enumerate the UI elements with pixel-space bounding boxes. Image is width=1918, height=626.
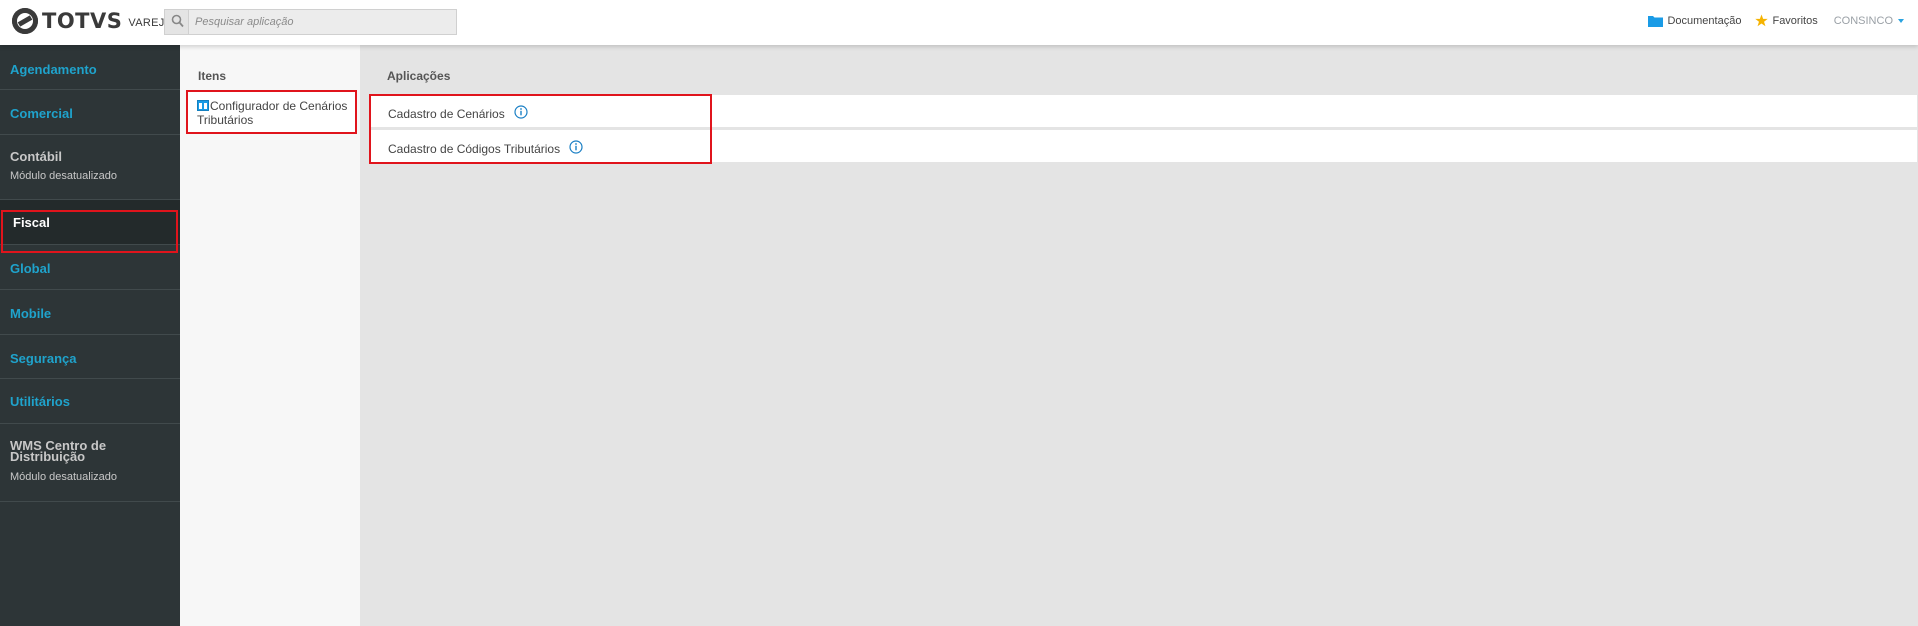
logo-text: TOTVS	[42, 9, 123, 33]
sidebar-item-label: WMS Centro de Distribuição	[10, 438, 107, 464]
search-input[interactable]	[188, 10, 456, 34]
user-name: CONSINCO	[1833, 14, 1893, 27]
app-row-cadastro-cenarios[interactable]: Cadastro de Cenários	[370, 95, 1917, 127]
sidebar-item-label: Mobile	[10, 306, 52, 321]
header-links: Documentação Favoritos CONSINCO	[1634, 14, 1904, 27]
search-box	[164, 9, 457, 35]
modules-sidebar: Agendamento Comercial Contábil Módulo de…	[0, 45, 180, 626]
app-icon	[197, 100, 209, 114]
info-icon[interactable]	[569, 140, 583, 157]
sidebar-item-fiscal[interactable]: Fiscal	[0, 200, 180, 245]
sidebar-item-label: Segurança	[10, 351, 77, 366]
sidebar-item-global[interactable]: Global	[0, 245, 180, 290]
applications-panel-title: Aplicações	[387, 69, 451, 83]
sidebar-item-status: Módulo desatualizado	[10, 471, 118, 483]
totvs-logo[interactable]: TOTVS VAREJO	[12, 8, 173, 34]
top-header: TOTVS VAREJO Documentação Favoritos CONS…	[0, 0, 1918, 45]
sidebar-item-label: Utilitários	[10, 394, 70, 409]
items-panel-title: Itens	[198, 69, 227, 83]
app-row-label: Cadastro de Códigos Tributários	[388, 141, 561, 156]
sidebar-item-label: Contábil	[10, 149, 62, 164]
applications-panel: Aplicações Cadastro de Cenários Cadastro…	[360, 45, 1918, 626]
sidebar-item-agendamento[interactable]: Agendamento	[0, 45, 180, 90]
documentation-label: Documentação	[1667, 14, 1742, 27]
favorites-link[interactable]: Favoritos	[1755, 14, 1818, 27]
app-row-cadastro-codigos-tributarios[interactable]: Cadastro de Códigos Tributários	[370, 130, 1917, 162]
app-row-label: Cadastro de Cenários	[388, 106, 505, 121]
sidebar-item-label: Agendamento	[10, 62, 97, 77]
sidebar-item-utilitarios[interactable]: Utilitários	[0, 379, 180, 424]
sidebar-item-label: Comercial	[10, 106, 73, 121]
favorites-label: Favoritos	[1772, 14, 1818, 27]
search-icon	[171, 14, 184, 33]
sidebar-item-wms[interactable]: WMS Centro de Distribuição Módulo desatu…	[0, 424, 180, 502]
sidebar-item-comercial[interactable]: Comercial	[0, 90, 180, 135]
documentation-link[interactable]: Documentação	[1648, 15, 1741, 27]
item-label: Configurador de Cenários Tributários	[197, 99, 348, 127]
folder-icon	[1648, 15, 1664, 27]
user-menu[interactable]: CONSINCO	[1834, 15, 1904, 27]
sidebar-item-mobile[interactable]: Mobile	[0, 290, 180, 335]
sidebar-item-label: Global	[10, 261, 51, 276]
info-icon[interactable]	[514, 105, 528, 122]
totvs-logo-icon	[12, 8, 38, 34]
sidebar-item-contabil[interactable]: Contábil Módulo desatualizado	[0, 135, 180, 200]
sidebar-item-seguranca[interactable]: Segurança	[0, 335, 180, 379]
sidebar-item-status: Módulo desatualizado	[10, 170, 118, 182]
chevron-down-icon	[1898, 18, 1904, 23]
star-icon	[1755, 14, 1769, 27]
sidebar-item-label: Fiscal	[13, 215, 50, 230]
item-configurador-cenarios[interactable]: Configurador de Cenários Tributários	[186, 90, 357, 134]
